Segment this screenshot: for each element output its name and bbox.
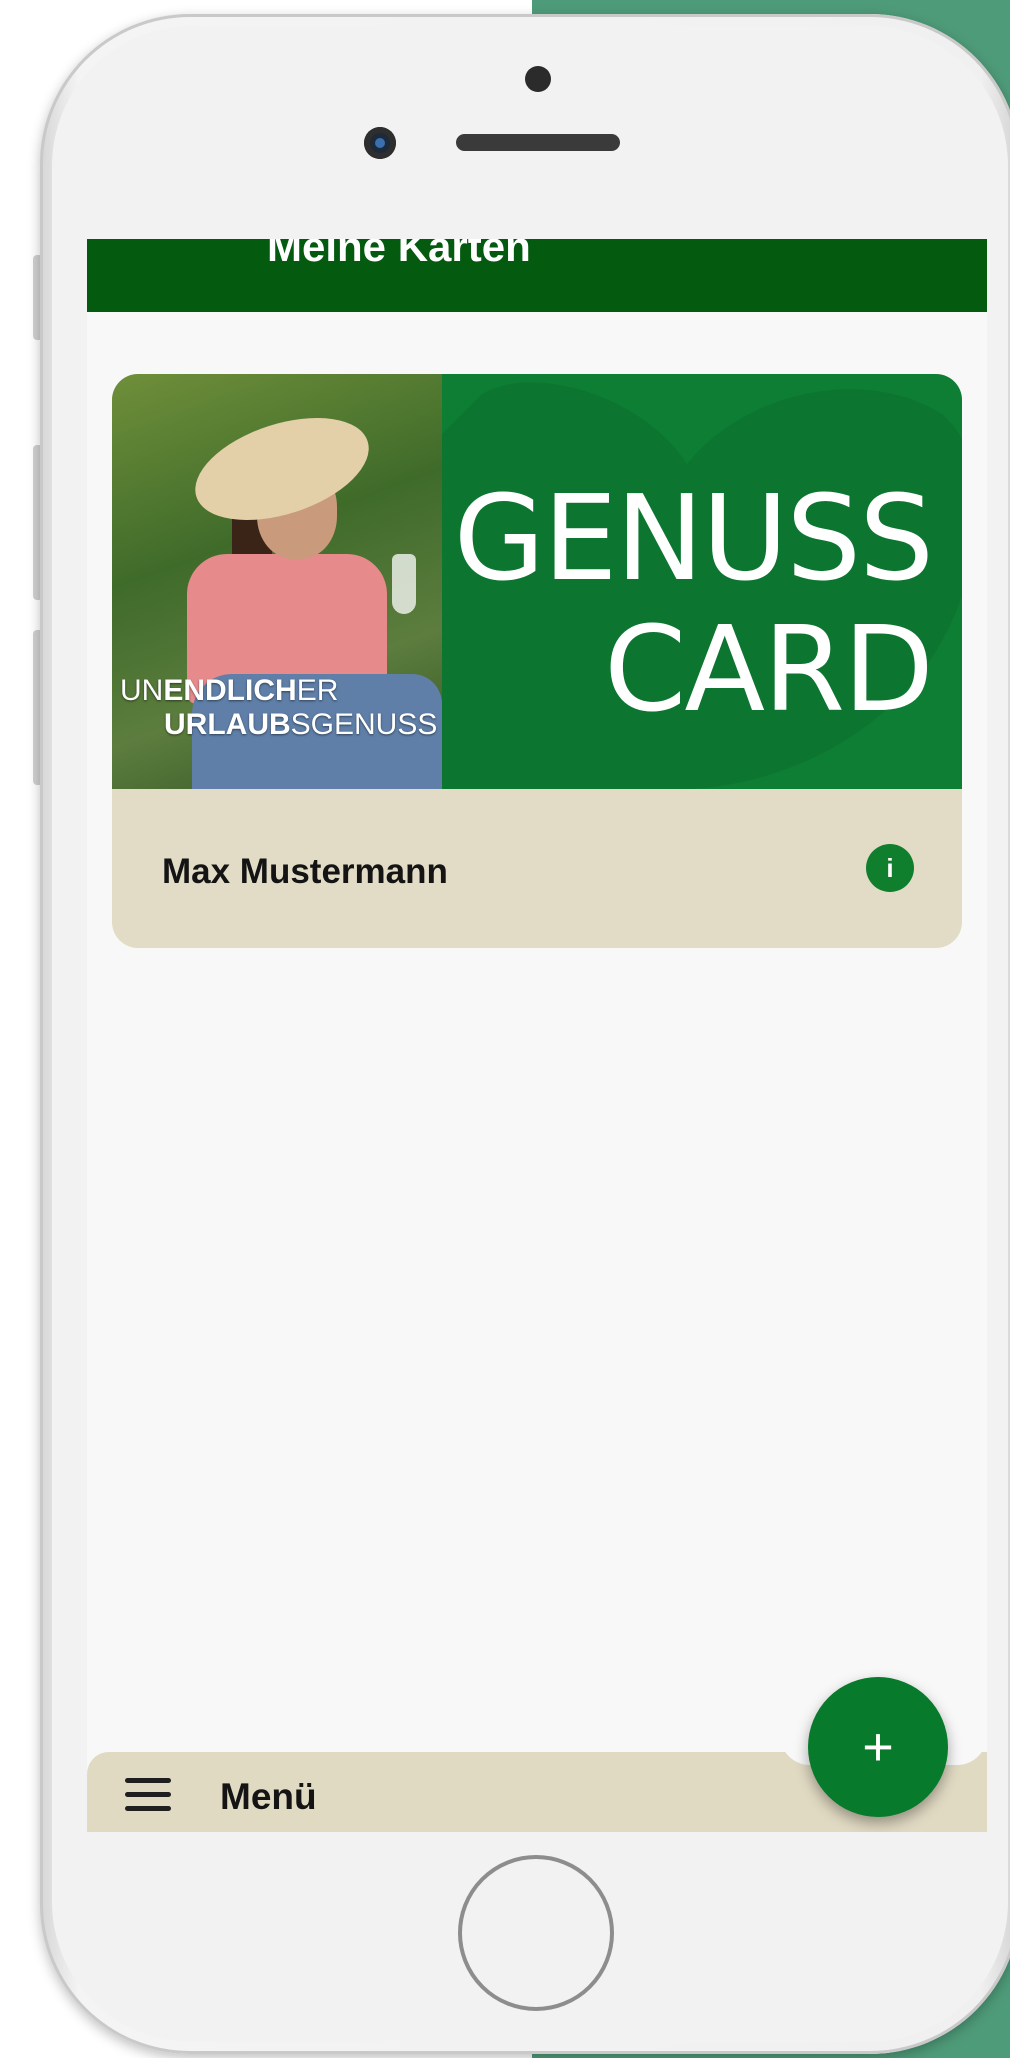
tagline-urlaub: URLAUB: [164, 708, 291, 741]
app-screen: Meine Karten UNENDLICHER URLAUBSGENUSS G…: [87, 239, 987, 1832]
genuss-card[interactable]: UNENDLICHER URLAUBSGENUSS GENUSS CARD Ma…: [112, 374, 962, 948]
earpiece-speaker: [456, 134, 620, 151]
tagline-line2: URLAUBSGENUSS: [120, 708, 440, 742]
hamburger-menu-icon[interactable]: [125, 1778, 171, 1812]
front-camera: [364, 127, 396, 159]
tagline-er: ER: [296, 674, 339, 707]
brand-genuss: GENUSS: [453, 469, 934, 607]
home-button[interactable]: [458, 1855, 614, 2011]
page-title: Meine Karten: [267, 239, 531, 270]
plus-icon: +: [862, 1717, 894, 1777]
card-tagline: UNENDLICHER URLAUBSGENUSS: [120, 674, 440, 742]
card-photo: UNENDLICHER URLAUBSGENUSS: [112, 374, 442, 789]
app-header: Meine Karten: [87, 239, 987, 312]
photo-wine-glass: [392, 554, 416, 614]
menu-label[interactable]: Menü: [220, 1776, 317, 1818]
proximity-sensor: [525, 66, 551, 92]
tagline-un: UN: [120, 674, 164, 707]
card-holder-name: Max Mustermann: [162, 852, 448, 891]
tagline-endlich: ENDLICH: [163, 674, 297, 707]
tagline-sgenuss: SGENUSS: [290, 708, 438, 741]
brand-card: CARD: [604, 600, 934, 738]
add-card-button[interactable]: +: [808, 1677, 948, 1817]
card-brand-panel: GENUSS CARD: [442, 374, 962, 789]
info-icon[interactable]: i: [866, 844, 914, 892]
